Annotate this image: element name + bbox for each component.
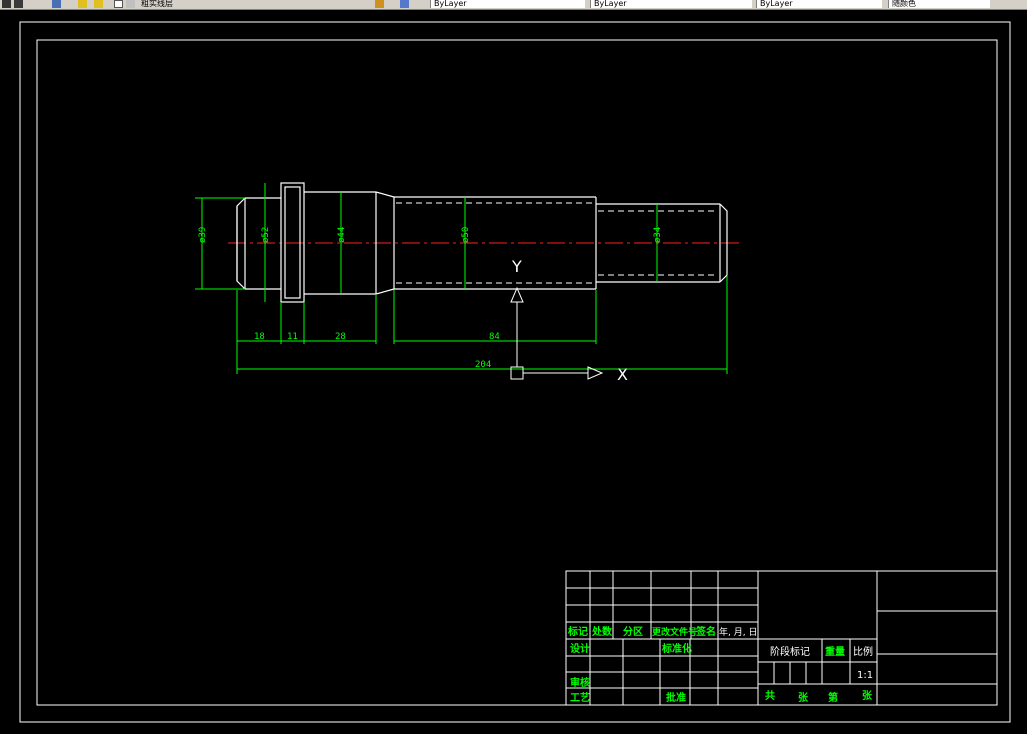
inner-frame xyxy=(36,39,998,706)
linetype-dropdown-value: ByLayer xyxy=(594,0,627,8)
tb-scale-value: 1:1 xyxy=(857,670,873,681)
title-block-grid xyxy=(565,570,998,706)
menu-icon[interactable] xyxy=(14,0,23,8)
dim-l3: 28 xyxy=(335,332,346,342)
dim-l1: 18 xyxy=(254,332,265,342)
layer-name: 粗实线层 xyxy=(141,0,173,8)
color-dropdown[interactable]: ByLayer xyxy=(430,0,585,8)
plotstyle-dropdown[interactable]: 随颜色 xyxy=(888,0,990,8)
ucs-x-label: X xyxy=(617,365,628,384)
lineweight-dropdown-value: ByLayer xyxy=(760,0,793,8)
drawing-canvas[interactable]: ø39 ø52 ø44 ø50 ø34 18 11 28 84 204 Y X xyxy=(0,10,1027,734)
tb-scale: 比例 xyxy=(853,645,873,658)
dim-d5: ø34 xyxy=(653,227,663,243)
dim-total: 204 xyxy=(475,360,491,370)
tb-weight: 重量 xyxy=(825,645,845,658)
layer-previous-icon[interactable] xyxy=(400,0,409,8)
dim-d3: ø44 xyxy=(337,227,347,243)
tb-process: 工艺 xyxy=(570,691,590,704)
lock-icon[interactable] xyxy=(114,0,123,8)
outer-frame xyxy=(19,21,1011,723)
app-icon[interactable] xyxy=(2,0,11,8)
make-current-icon[interactable] xyxy=(375,0,384,8)
lineweight-dropdown[interactable]: ByLayer xyxy=(756,0,882,8)
layer-dropdown[interactable]: 粗实线层 xyxy=(138,0,368,8)
dim-d1: ø39 xyxy=(198,227,208,243)
tb-page: 张 xyxy=(862,689,873,702)
sun-icon[interactable] xyxy=(94,0,103,8)
tb-mark: 标记 xyxy=(567,625,588,638)
tb-date: 年, 月, 日 xyxy=(719,626,757,638)
tb-change-doc: 更改文件号 xyxy=(652,626,697,638)
layer-manager-icon[interactable] xyxy=(52,0,61,8)
tb-design: 设计 xyxy=(570,642,590,655)
ucs-icon xyxy=(510,286,604,380)
tb-zone: 分区 xyxy=(623,625,643,638)
dim-d4: ø50 xyxy=(461,227,471,243)
tb-stage-mark: 阶段标记 xyxy=(770,645,810,658)
tb-sheets: 张 xyxy=(798,691,809,704)
tb-total: 共 xyxy=(765,689,775,702)
plotstyle-dropdown-value: 随颜色 xyxy=(892,0,916,8)
tb-signature: 签名 xyxy=(695,625,716,638)
ucs-y-label: Y xyxy=(511,257,522,276)
color-swatch-icon[interactable] xyxy=(126,0,135,8)
tb-standardization: 标准化 xyxy=(661,642,692,655)
dim-l4: 84 xyxy=(489,332,500,342)
color-dropdown-value: ByLayer xyxy=(434,0,467,8)
tb-review: 审核 xyxy=(570,676,590,689)
toolbar: 粗实线层 ByLayer ByLayer ByLayer 随颜色 xyxy=(0,0,1027,10)
dim-d2: ø52 xyxy=(261,227,271,243)
light-bulb-icon[interactable] xyxy=(78,0,87,8)
dim-l2: 11 xyxy=(287,332,298,342)
tb-sheet-no: 第 xyxy=(828,691,838,704)
linetype-dropdown[interactable]: ByLayer xyxy=(590,0,752,8)
tb-count: 处数 xyxy=(591,625,613,638)
tb-approve: 批准 xyxy=(666,691,686,704)
dimension-lines xyxy=(195,183,728,374)
